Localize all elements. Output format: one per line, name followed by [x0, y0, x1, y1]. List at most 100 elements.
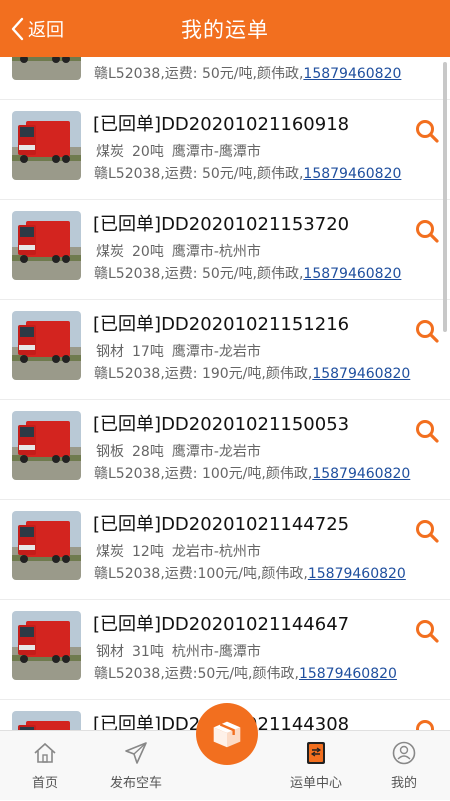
cargo-details: 煤炭 20吨 鹰潭市-杭州市 — [96, 241, 269, 261]
search-icon — [416, 420, 439, 443]
list-item[interactable]: [已回单]DD20201021151216 钢材 17吨 鹰潭市-龙岩市 赣L52038… — [0, 300, 450, 400]
search-button[interactable] — [414, 318, 440, 344]
freight-rate: 运费: 50元/吨 — [164, 166, 253, 182]
cargo-weight: 28吨 — [132, 444, 164, 460]
search-button[interactable] — [414, 518, 440, 544]
tab-mine[interactable]: 我的 — [378, 731, 430, 801]
cargo-details: 煤炭 12吨 龙岩市-杭州市 — [96, 541, 269, 561]
tab-waybill-label: 运单中心 — [289, 776, 342, 791]
freight-info: 赣L52038,运费:50元/吨,颜伟政,15879460820 — [94, 666, 397, 682]
waybill-list[interactable]: 赣L52038,运费: 50元/吨,颜伟政,15879460820 [已回单]DD… — [0, 57, 450, 730]
cargo-weight: 12吨 — [132, 544, 164, 560]
tab-home-label: 首页 — [31, 776, 58, 791]
home-icon — [34, 742, 56, 763]
search-button[interactable] — [414, 418, 440, 444]
freight-rate: 运费: 50元/吨 — [164, 266, 253, 282]
tab-waybill-center[interactable]: 运单中心 — [280, 731, 352, 801]
contact-name: 颜伟政 — [256, 66, 299, 82]
plate-number: 赣L52038 — [94, 366, 161, 382]
plate-number: 赣L52038 — [94, 266, 161, 282]
page-title: 我的运单 — [181, 18, 269, 42]
cargo-weight: 20吨 — [132, 144, 164, 160]
plate-number: 赣L52038 — [94, 566, 161, 582]
freight-info: 赣L52038,运费: 50元/吨,颜伟政,15879460820 — [94, 66, 402, 82]
phone-link[interactable]: 15879460820 — [312, 466, 410, 482]
phone-link[interactable]: 15879460820 — [308, 566, 406, 582]
plate-number: 赣L52038 — [94, 66, 161, 82]
order-number: [已回单]DD20201021144647 — [93, 614, 350, 635]
phone-link[interactable]: 15879460820 — [299, 666, 397, 682]
search-button[interactable] — [414, 618, 440, 644]
list-item[interactable]: [已回单]DD20201021150053 钢板 28吨 鹰潭市-龙岩市 赣L52038… — [0, 400, 450, 500]
user-icon — [392, 741, 416, 765]
freight-info: 赣L52038,运费:100元/吨,颜伟政,15879460820 — [94, 566, 406, 582]
cargo-weight: 20吨 — [132, 244, 164, 260]
truck-thumbnail — [12, 611, 81, 680]
truck-photo-icon — [12, 411, 81, 480]
app-header: 返回 我的运单 — [0, 0, 450, 57]
phone-link[interactable]: 15879460820 — [303, 66, 401, 82]
phone-link[interactable]: 15879460820 — [303, 166, 401, 182]
contact-name: 颜伟政 — [261, 566, 304, 582]
package-icon — [213, 721, 241, 748]
order-number: [已回单]DD20201021153720 — [93, 214, 350, 235]
cargo-type: 煤炭 — [96, 544, 124, 560]
cargo-type: 钢板 — [96, 444, 124, 460]
cargo-type: 钢材 — [96, 644, 124, 660]
freight-rate: 运费:50元/吨 — [164, 666, 249, 682]
search-icon — [416, 620, 439, 643]
cargo-weight: 31吨 — [132, 644, 164, 660]
search-icon — [416, 120, 439, 143]
list-item[interactable]: 赣L52038,运费: 50元/吨,颜伟政,15879460820 — [0, 57, 450, 100]
search-button[interactable] — [414, 118, 440, 144]
search-icon — [416, 720, 434, 730]
send-icon — [125, 742, 147, 764]
freight-info: 赣L52038,运费: 100元/吨,颜伟政,15879460820 — [94, 466, 411, 482]
phone-link[interactable]: 15879460820 — [312, 366, 410, 382]
truck-photo-icon — [12, 111, 81, 180]
cargo-details: 钢板 28吨 鹰潭市-龙岩市 — [96, 441, 269, 461]
freight-rate: 运费: 50元/吨 — [164, 66, 253, 82]
route: 鹰潭市-杭州市 — [171, 244, 261, 260]
plate-number: 赣L52038 — [94, 466, 161, 482]
tab-publish-empty-truck[interactable]: 发布空车 — [100, 731, 172, 801]
waybill-icon — [307, 742, 325, 764]
truck-thumbnail — [12, 311, 81, 380]
truck-thumbnail — [12, 57, 81, 80]
scrollbar[interactable] — [443, 62, 447, 332]
tab-home[interactable]: 首页 — [14, 731, 76, 801]
route: 杭州市-鹰潭市 — [171, 644, 261, 660]
list-item[interactable]: [已回单]DD20201021160918 煤炭 20吨 鹰潭市-鹰潭市赣L52038… — [0, 100, 450, 200]
truck-thumbnail — [12, 211, 81, 280]
list-item[interactable]: [已回单]DD20201021144725 煤炭 12吨 龙岩市-杭州市 赣L52038… — [0, 500, 450, 600]
truck-thumbnail — [12, 711, 81, 730]
contact-name: 颜伟政 — [265, 366, 308, 382]
truck-photo-icon — [12, 57, 81, 80]
cargo-details: 钢材 31吨 杭州市-鹰潭市 — [96, 641, 269, 661]
plate-number: 赣L52038 — [94, 666, 161, 682]
contact-name: 颜伟政 — [265, 466, 308, 482]
search-icon — [416, 220, 439, 243]
contact-name: 颜伟政 — [252, 666, 295, 682]
center-action-button[interactable] — [196, 703, 258, 765]
plate-number: 赣L52038 — [94, 166, 161, 182]
tab-publish-label: 发布空车 — [109, 776, 162, 791]
search-icon — [416, 520, 439, 543]
phone-link[interactable]: 15879460820 — [303, 266, 401, 282]
cargo-details: 钢材 17吨 鹰潭市-龙岩市 — [96, 341, 269, 361]
contact-name: 颜伟政 — [256, 166, 299, 182]
freight-info: 赣L52038,运费: 50元/吨,颜伟政,15879460820 — [94, 266, 402, 282]
order-number: [已回单]DD20201021144725 — [93, 514, 350, 535]
truck-photo-icon — [12, 711, 81, 730]
list-item[interactable]: [已回单]DD20201021153720 煤炭 20吨 鹰潭市-杭州市赣L52038… — [0, 200, 450, 300]
cargo-details: 煤炭 20吨 鹰潭市-鹰潭市 — [96, 141, 269, 161]
route: 鹰潭市-龙岩市 — [171, 444, 261, 460]
order-number: [已回单]DD20201021160918 — [93, 114, 350, 135]
truck-photo-icon — [12, 311, 81, 380]
list-item[interactable]: [已回单]DD20201021144647 钢材 31吨 杭州市-鹰潭市 赣L52038… — [0, 600, 450, 700]
freight-info: 赣L52038,运费: 190元/吨,颜伟政,15879460820 — [94, 366, 411, 382]
search-button[interactable] — [414, 718, 440, 730]
search-button[interactable] — [414, 218, 440, 244]
route: 龙岩市-杭州市 — [171, 544, 261, 560]
truck-photo-icon — [12, 611, 81, 680]
